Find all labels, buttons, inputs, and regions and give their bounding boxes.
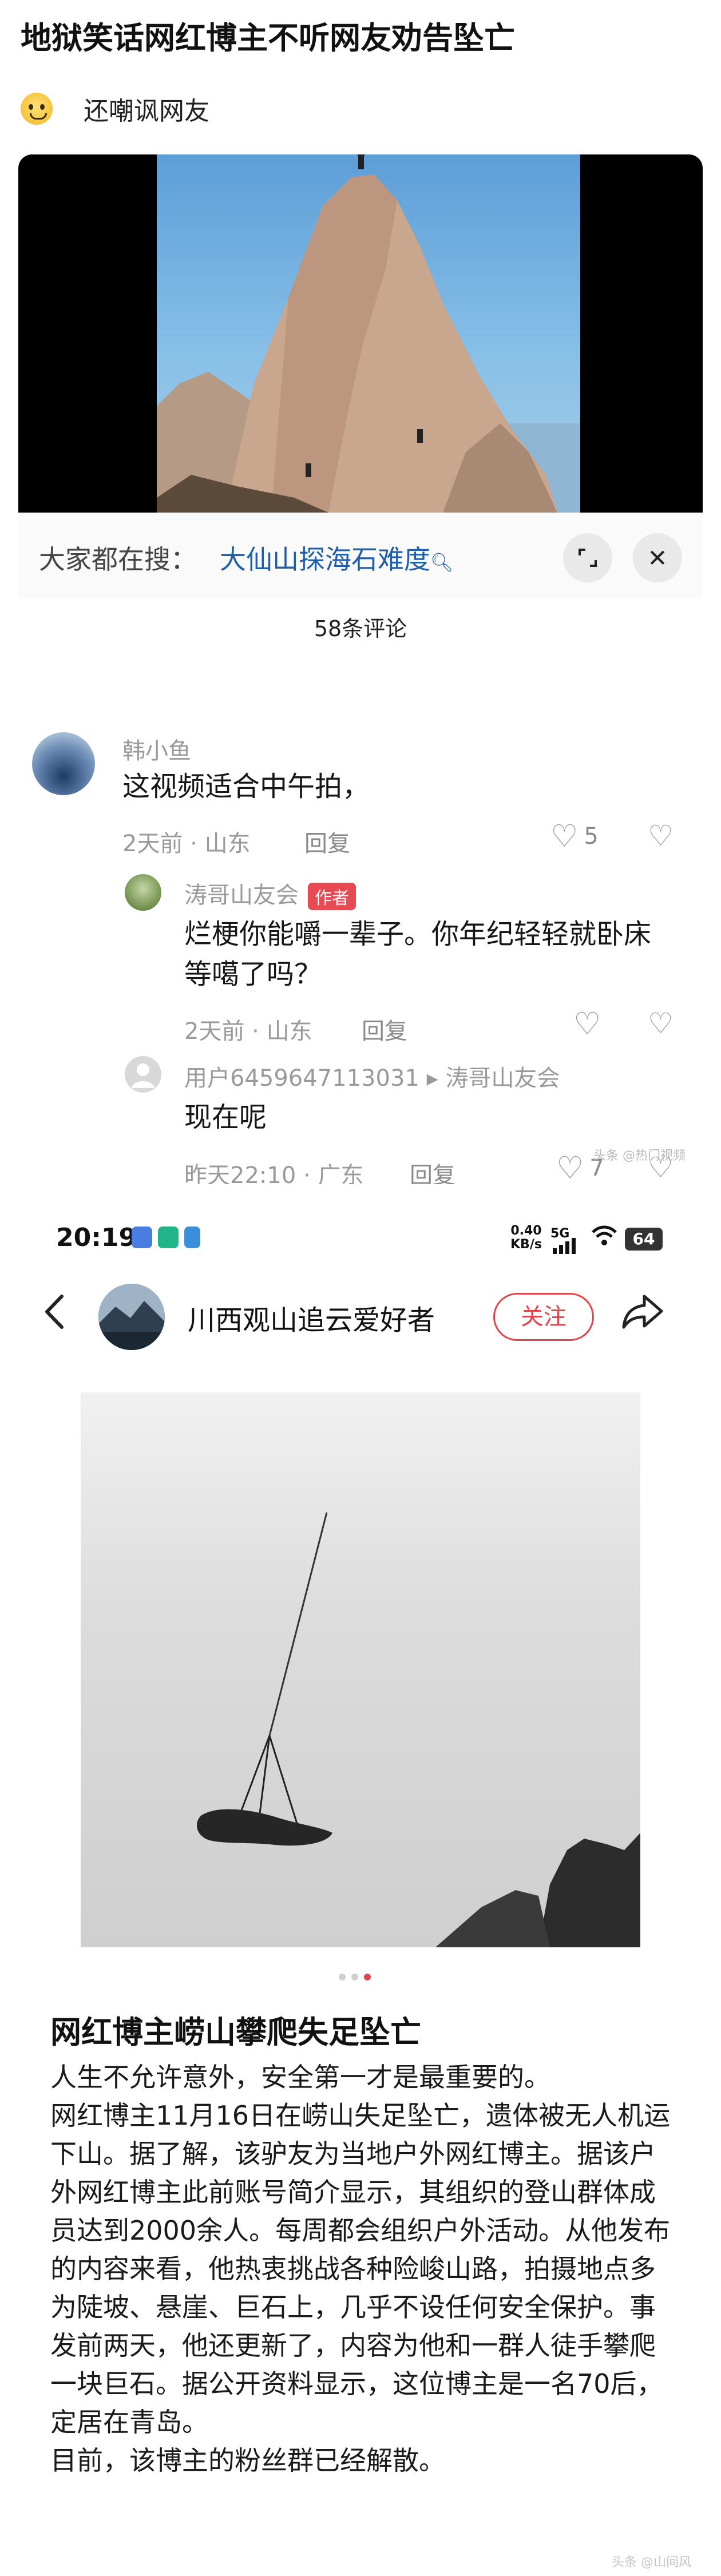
collapse-icon[interactable] xyxy=(563,533,612,582)
worried-face-emoji-icon xyxy=(21,93,53,125)
comment-author[interactable]: 涛哥山友会 作者 xyxy=(184,876,356,910)
comment-meta: 2天前 · 山东 xyxy=(184,1013,312,1046)
speed-unit: KB/s xyxy=(510,1237,542,1252)
network-speed: 0.40 KB/s xyxy=(510,1224,542,1252)
video-player[interactable] xyxy=(18,154,703,513)
follow-button[interactable]: 关注 xyxy=(493,1293,594,1341)
carousel-indicator xyxy=(339,1974,371,1980)
rock-peak-illustration xyxy=(157,154,580,513)
screenshot-article: 20:19 0.40 KB/s 5G 64 川西观山追云爱好者 关注 网红博主崂… xyxy=(18,1207,703,2576)
avatar[interactable] xyxy=(98,1284,165,1350)
comment-meta: 2天前 · 山东 xyxy=(122,825,251,858)
comment-time: 2天前 xyxy=(122,831,183,857)
search-suggestion-bar[interactable]: 大家都在搜： 大仙山探海石难度🔍︎ ✕ xyxy=(18,513,703,598)
search-icon: 🔍︎ xyxy=(430,551,454,573)
search-term-text: 大仙山探海石难度 xyxy=(220,544,430,575)
app-notification-icon xyxy=(184,1227,200,1248)
reply-arrow-icon: ▸ xyxy=(426,1065,438,1091)
post-title: 地狱笑话网红博主不听网友劝告坠亡 xyxy=(21,20,515,56)
comment-text-line: 等噶了吗？ xyxy=(184,958,322,990)
app-notification-icon xyxy=(132,1227,152,1248)
avatar[interactable] xyxy=(125,874,161,911)
comment-time: 昨天22:10 xyxy=(184,1162,296,1184)
comment-author[interactable]: 用户6459647113031 ▸ 涛哥山友会 xyxy=(184,1059,560,1093)
dislike-icon[interactable]: ♡ xyxy=(648,819,674,852)
like-count: 5 xyxy=(584,823,599,850)
heart-icon: ♡ xyxy=(550,818,579,854)
article-paragraph: 目前，该博主的粉丝群已经解散。 xyxy=(50,2445,445,2476)
video-frame-rock-climb xyxy=(157,154,580,513)
article-paragraph: 网红博主11月16日在崂山失足坠亡，遗体被无人机运下山。据了解，该驴友为当地户外… xyxy=(50,2100,671,2438)
heart-icon: ♡ xyxy=(573,1006,601,1042)
article-paragraph: 人生不允许意外，安全第一才是最重要的。 xyxy=(50,2062,550,2093)
app-notification-icon xyxy=(158,1227,179,1248)
like-button[interactable]: ♡ 5 xyxy=(550,818,599,854)
avatar[interactable] xyxy=(32,732,95,795)
search-term-link[interactable]: 大仙山探海石难度🔍︎ xyxy=(220,539,454,577)
separator: · xyxy=(303,1162,311,1184)
photo-illustration xyxy=(197,1512,640,1947)
status-time: 20:19 xyxy=(56,1223,137,1252)
author-name[interactable]: 川西观山追云爱好者 xyxy=(188,1297,435,1337)
back-icon[interactable] xyxy=(41,1292,66,1338)
nav-bar: 川西观山追云爱好者 关注 xyxy=(18,1270,703,1356)
speed-value: 0.40 xyxy=(510,1224,542,1238)
carousel-dot-active[interactable] xyxy=(364,1974,371,1980)
separator: · xyxy=(252,1018,259,1045)
reply-to-name: 涛哥山友会 xyxy=(445,1065,560,1091)
comment-time: 2天前 xyxy=(184,1018,245,1045)
like-button[interactable]: ♡ xyxy=(573,1006,601,1042)
share-icon[interactable] xyxy=(621,1292,665,1341)
screenshot-video-comments: 大家都在搜： 大仙山探海石难度🔍︎ ✕ 58条评论 韩小鱼 这视频适合中午拍， … xyxy=(18,154,703,1184)
battery-icon: 64 xyxy=(625,1228,663,1251)
reply-button[interactable]: 回复 xyxy=(304,825,350,858)
reply-button[interactable]: 回复 xyxy=(410,1157,455,1184)
author-badge: 作者 xyxy=(308,883,356,910)
signal-icon xyxy=(553,1238,576,1254)
separator: · xyxy=(190,831,197,857)
dislike-icon[interactable]: ♡ xyxy=(648,1007,674,1040)
comment-count: 58条评论 xyxy=(314,616,407,641)
article-photo-helicopter-lift[interactable] xyxy=(81,1392,640,1947)
carousel-dot[interactable] xyxy=(339,1974,346,1980)
heart-icon: ♡ xyxy=(556,1150,584,1184)
search-prefix-label: 大家都在搜： xyxy=(39,544,197,575)
article-title: 网红博主崂山攀爬失足坠亡 xyxy=(50,2014,421,2050)
comment-location: 山东 xyxy=(204,831,251,857)
watermark: 头条 @热门视频 xyxy=(593,1149,686,1163)
close-icon[interactable]: ✕ xyxy=(633,533,682,582)
comment-author[interactable]: 韩小鱼 xyxy=(122,732,191,765)
comment-meta: 昨天22:10 · 广东 xyxy=(184,1157,363,1184)
comment-text: 烂梗你能嚼一辈子。你年纪轻轻就卧床 等噶了吗？ xyxy=(184,914,651,994)
status-bar: 20:19 0.40 KB/s 5G 64 xyxy=(18,1207,703,1270)
comment-text-line: 烂梗你能嚼一辈子。你年纪轻轻就卧床 xyxy=(184,918,652,950)
post-subtitle: 还嘲讽网友 xyxy=(84,97,209,126)
comment-location: 山东 xyxy=(266,1018,312,1045)
avatar[interactable] xyxy=(125,1056,161,1093)
article-body: 人生不允许意外，安全第一才是最重要的。 网红博主11月16日在崂山失足坠亡，遗体… xyxy=(50,2058,674,2480)
post-subtitle-row: 还嘲讽网友 xyxy=(21,90,209,127)
comment-text: 这视频适合中午拍， xyxy=(122,771,370,803)
comment-text: 现在呢 xyxy=(184,1101,267,1133)
notification-icons xyxy=(132,1227,200,1248)
wifi-icon xyxy=(591,1224,618,1253)
carousel-dot[interactable] xyxy=(351,1974,358,1980)
comment-location: 广东 xyxy=(318,1162,364,1184)
author-name: 用户6459647113031 xyxy=(184,1065,419,1091)
reply-button[interactable]: 回复 xyxy=(362,1013,407,1046)
author-name: 涛哥山友会 xyxy=(184,882,299,908)
watermark: 头条 @山间风 xyxy=(612,2555,691,2570)
